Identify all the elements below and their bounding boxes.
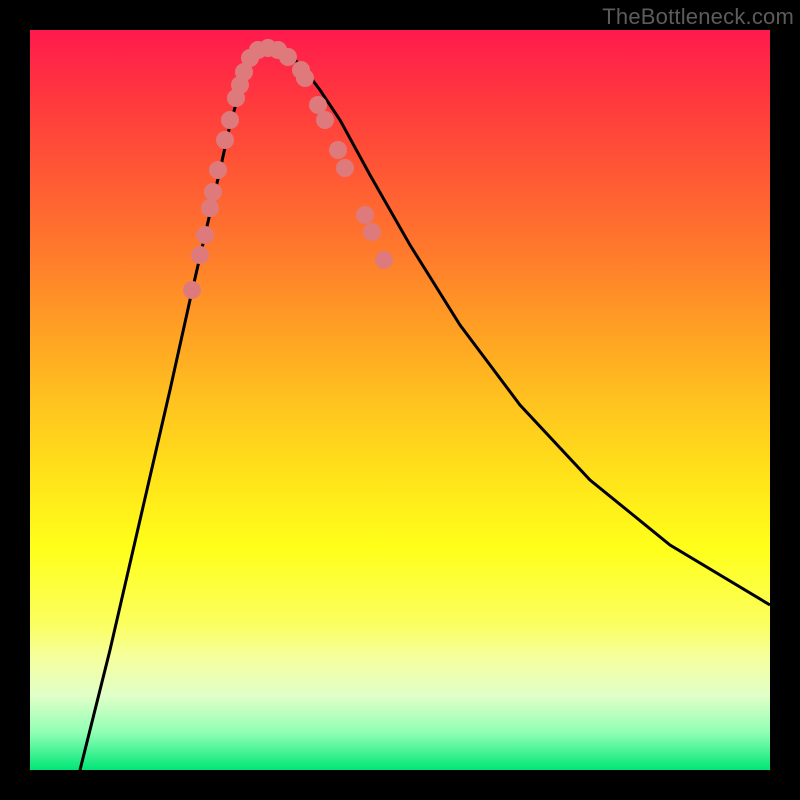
data-marker bbox=[279, 48, 297, 66]
data-marker bbox=[221, 111, 239, 129]
data-marker bbox=[216, 131, 234, 149]
data-marker bbox=[204, 183, 222, 201]
data-marker bbox=[356, 206, 374, 224]
data-marker bbox=[191, 246, 209, 264]
data-marker bbox=[296, 69, 314, 87]
bottleneck-curve bbox=[80, 48, 770, 770]
data-marker bbox=[375, 251, 393, 269]
markers-group bbox=[183, 39, 393, 299]
chart-frame: TheBottleneck.com bbox=[0, 0, 800, 800]
plot-area bbox=[30, 30, 770, 770]
data-marker bbox=[363, 223, 381, 241]
data-marker bbox=[329, 141, 347, 159]
watermark-text: TheBottleneck.com bbox=[602, 4, 794, 30]
data-marker bbox=[336, 159, 354, 177]
data-marker bbox=[183, 281, 201, 299]
data-marker bbox=[209, 161, 227, 179]
data-marker bbox=[316, 111, 334, 129]
curve-svg bbox=[30, 30, 770, 770]
data-marker bbox=[196, 226, 214, 244]
data-marker bbox=[201, 199, 219, 217]
